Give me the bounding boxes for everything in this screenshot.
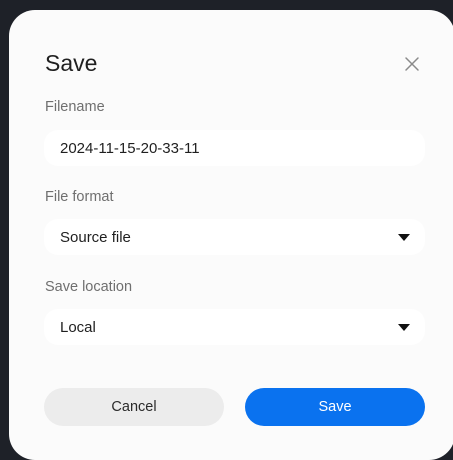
close-icon — [405, 57, 419, 71]
caret-down-icon — [398, 323, 410, 331]
filename-value: 2024-11-15-20-33-11 — [60, 139, 200, 157]
save-location-value: Local — [60, 318, 96, 336]
close-button[interactable] — [400, 52, 424, 76]
save-location-label: Save location — [45, 279, 133, 295]
file-format-value: Source file — [60, 228, 131, 246]
filename-label: Filename — [45, 99, 105, 115]
filename-input[interactable]: 2024-11-15-20-33-11 — [44, 130, 425, 166]
cancel-button[interactable]: Cancel — [44, 388, 224, 426]
save-button[interactable]: Save — [245, 388, 425, 426]
caret-down-icon — [398, 233, 410, 241]
file-format-label: File format — [45, 189, 114, 205]
file-format-dropdown[interactable]: Source file — [44, 219, 425, 255]
save-location-dropdown[interactable]: Local — [44, 309, 425, 345]
dialog-title: Save — [45, 50, 98, 76]
save-dialog: Save Filename 2024-11-15-20-33-11 File f… — [9, 10, 453, 460]
